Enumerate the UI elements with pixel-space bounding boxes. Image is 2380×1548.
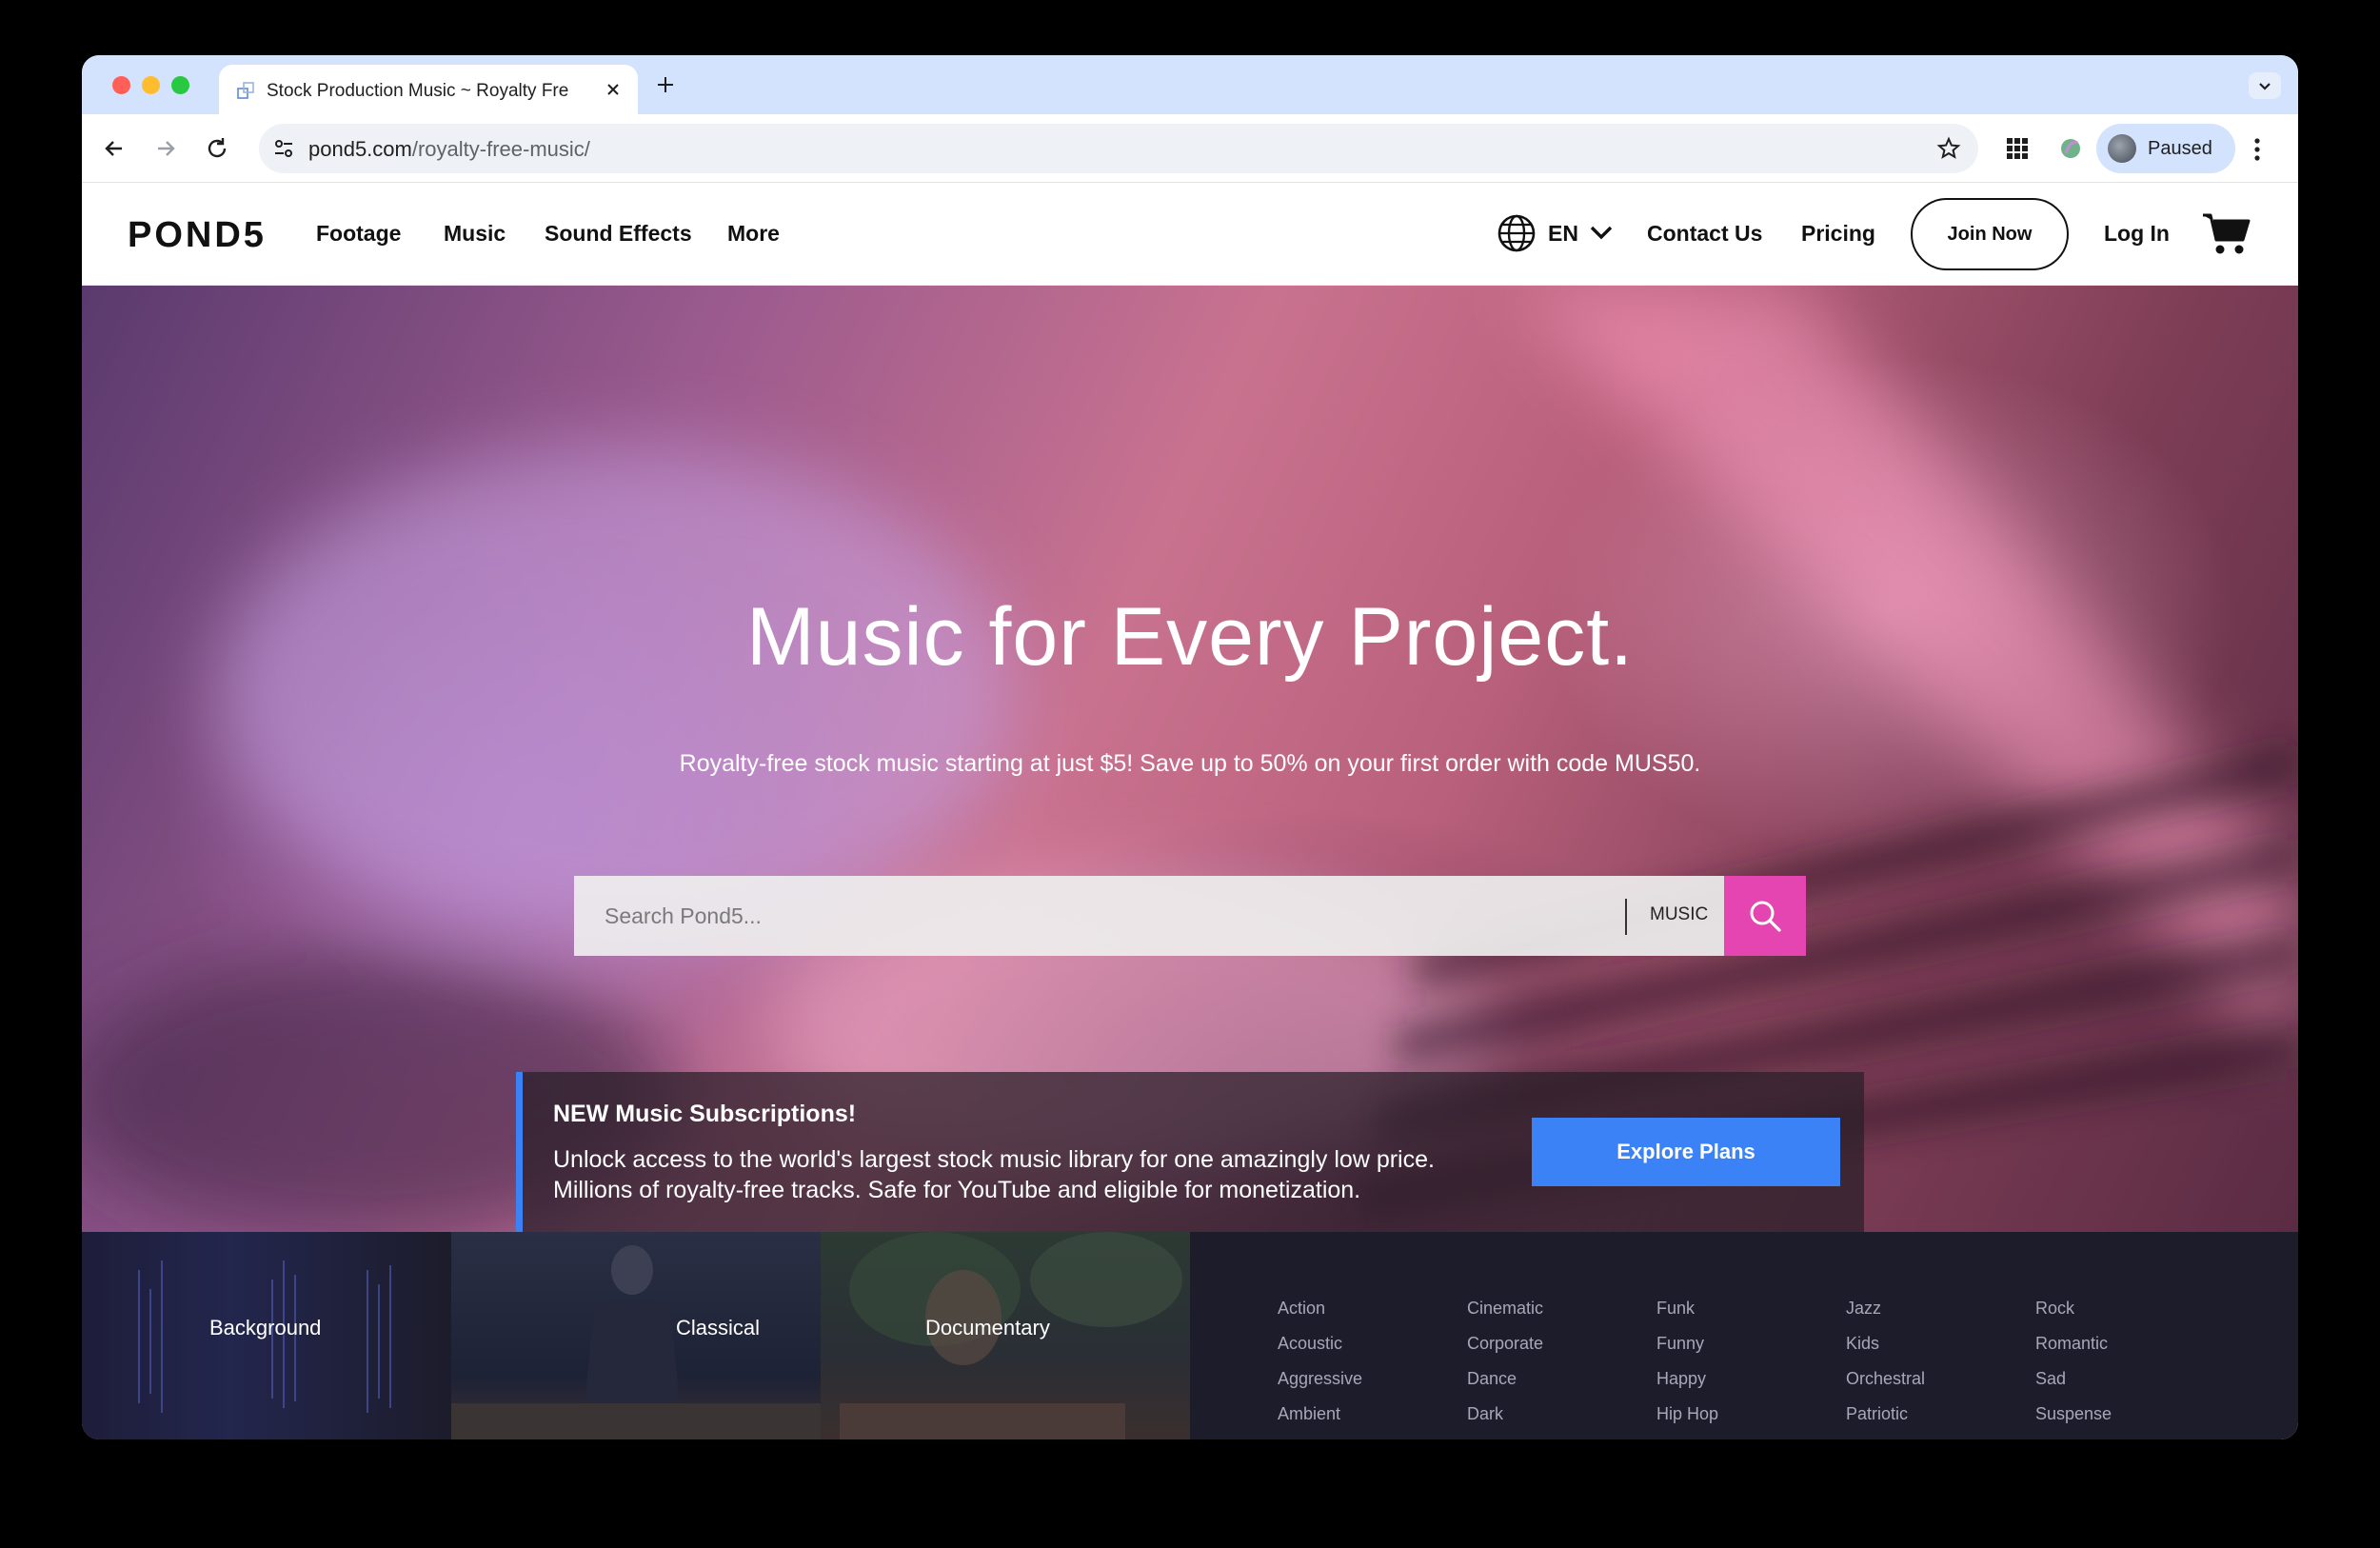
cart-icon[interactable] bbox=[2201, 211, 2251, 255]
genre-tile-documentary[interactable]: Documentary bbox=[821, 1232, 1190, 1439]
genre-link[interactable]: Romantic bbox=[2035, 1334, 2226, 1369]
genre-tile-label: Documentary bbox=[925, 1316, 1050, 1340]
pond5-favicon-icon bbox=[237, 82, 254, 99]
genre-link[interactable]: Funk bbox=[1656, 1299, 1847, 1334]
extension-leaf-icon[interactable] bbox=[2056, 134, 2085, 163]
nav-more[interactable]: More bbox=[727, 221, 780, 247]
forward-arrow-icon[interactable] bbox=[152, 135, 179, 162]
search-icon bbox=[1750, 901, 1781, 932]
genre-link[interactable]: Patriotic bbox=[1846, 1404, 2036, 1439]
genre-section: Background Classical Documentary Action … bbox=[82, 1232, 2298, 1439]
globe-icon[interactable] bbox=[1497, 213, 1537, 253]
search-input[interactable] bbox=[574, 876, 1625, 956]
genre-link[interactable]: Dance bbox=[1467, 1369, 1657, 1404]
maximize-window-button[interactable] bbox=[171, 76, 189, 94]
genre-link[interactable]: Corporate bbox=[1467, 1334, 1657, 1369]
new-tab-icon[interactable] bbox=[653, 72, 678, 97]
pricing-link[interactable]: Pricing bbox=[1801, 221, 1875, 247]
genre-link[interactable]: Funny bbox=[1656, 1334, 1847, 1369]
join-now-button[interactable]: Join Now bbox=[1911, 198, 2069, 270]
address-bar[interactable]: pond5.com/royalty-free-music/ bbox=[259, 124, 1978, 173]
genre-column: Rock Romantic Sad Suspense bbox=[2035, 1299, 2226, 1439]
genre-tile-image bbox=[451, 1245, 821, 1439]
genre-link[interactable]: Happy bbox=[1656, 1369, 1847, 1404]
genre-link[interactable]: Kids bbox=[1846, 1334, 2036, 1369]
nav-music[interactable]: Music bbox=[444, 221, 506, 247]
apps-grid-icon[interactable] bbox=[2003, 134, 2032, 163]
nav-footage[interactable]: Footage bbox=[316, 221, 401, 247]
genre-link[interactable]: Orchestral bbox=[1846, 1369, 2036, 1404]
genre-link[interactable]: Hip Hop bbox=[1656, 1404, 1847, 1439]
genre-column: Cinematic Corporate Dance Dark bbox=[1467, 1299, 1657, 1439]
genre-link[interactable]: Ambient bbox=[1278, 1404, 1468, 1439]
search-button[interactable] bbox=[1724, 876, 1806, 956]
chevron-down-icon[interactable] bbox=[1588, 221, 1615, 244]
language-selector[interactable]: EN bbox=[1548, 221, 1578, 247]
profile-status: Paused bbox=[2148, 138, 2212, 159]
promo-line-2: Millions of royalty-free tracks. Safe fo… bbox=[553, 1177, 1361, 1203]
genre-column: Jazz Kids Orchestral Patriotic bbox=[1846, 1299, 2036, 1439]
explore-plans-button[interactable]: Explore Plans bbox=[1532, 1118, 1840, 1186]
genre-link[interactable]: Aggressive bbox=[1278, 1369, 1468, 1404]
site-settings-icon[interactable] bbox=[272, 137, 295, 160]
hero-section: Music for Every Project. Royalty-free st… bbox=[82, 286, 2298, 1232]
subscription-promo: NEW Music Subscriptions! Unlock access t… bbox=[516, 1072, 1864, 1232]
avatar bbox=[2108, 134, 2136, 163]
genre-tile-label: Background bbox=[209, 1316, 322, 1340]
genre-link[interactable]: Cinematic bbox=[1467, 1299, 1657, 1334]
promo-title: NEW Music Subscriptions! bbox=[553, 1101, 857, 1127]
back-arrow-icon[interactable] bbox=[101, 135, 128, 162]
genre-link[interactable]: Rock bbox=[2035, 1299, 2226, 1334]
browser-menu-icon[interactable] bbox=[2252, 135, 2262, 164]
bookmark-star-icon[interactable] bbox=[1936, 136, 1961, 161]
genre-link[interactable]: Action bbox=[1278, 1299, 1468, 1334]
contact-us-link[interactable]: Contact Us bbox=[1647, 221, 1762, 247]
genre-link[interactable]: Sad bbox=[2035, 1369, 2226, 1404]
site-header: POND5 Footage Music Sound Effects More E… bbox=[82, 183, 2298, 286]
genre-link[interactable]: Acoustic bbox=[1278, 1334, 1468, 1369]
pond5-logo[interactable]: POND5 bbox=[128, 215, 267, 256]
genre-link[interactable]: Dark bbox=[1467, 1404, 1657, 1439]
genre-column: Funk Funny Happy Hip Hop bbox=[1656, 1299, 1847, 1439]
tab-search-button[interactable] bbox=[2249, 72, 2281, 99]
genre-tile-background[interactable]: Background bbox=[82, 1232, 451, 1439]
genre-link[interactable]: Jazz bbox=[1846, 1299, 2036, 1334]
promo-text: Unlock access to the world's largest sto… bbox=[553, 1144, 1435, 1205]
close-window-button[interactable] bbox=[112, 76, 130, 94]
login-link[interactable]: Log In bbox=[2104, 221, 2170, 247]
search-divider bbox=[1625, 899, 1627, 935]
genre-tile-classical[interactable]: Classical bbox=[451, 1232, 821, 1439]
genre-column: Action Acoustic Aggressive Ambient bbox=[1278, 1299, 1468, 1439]
url-path: /royalty-free-music/ bbox=[411, 137, 590, 161]
search-scope-selector[interactable]: MUSIC bbox=[1650, 904, 1708, 925]
nav-sound-effects[interactable]: Sound Effects bbox=[545, 221, 692, 247]
browser-toolbar: pond5.com/royalty-free-music/ Paused bbox=[82, 114, 2298, 183]
chevron-down-icon bbox=[2259, 83, 2271, 90]
active-tab[interactable]: Stock Production Music ~ Royalty Free Mu… bbox=[219, 65, 638, 114]
minimize-window-button[interactable] bbox=[142, 76, 160, 94]
url-text: pond5.com/royalty-free-music/ bbox=[308, 137, 590, 162]
tab-title: Stock Production Music ~ Royalty Free Mu… bbox=[267, 81, 569, 101]
search-bar: MUSIC bbox=[574, 876, 1806, 956]
promo-line-1: Unlock access to the world's largest sto… bbox=[553, 1146, 1435, 1173]
profile-button[interactable]: Paused bbox=[2096, 124, 2235, 173]
genre-link[interactable]: Suspense bbox=[2035, 1404, 2226, 1439]
browser-window: Stock Production Music ~ Royalty Free Mu… bbox=[82, 55, 2298, 1439]
reload-icon[interactable] bbox=[204, 135, 230, 162]
url-domain: pond5.com bbox=[308, 137, 412, 161]
hero-subtitle: Royalty-free stock music starting at jus… bbox=[679, 750, 1701, 777]
genre-tile-label: Classical bbox=[676, 1316, 761, 1340]
close-tab-icon[interactable] bbox=[604, 80, 623, 99]
hero-title: Music for Every Project. bbox=[746, 591, 1634, 683]
tab-strip: Stock Production Music ~ Royalty Free Mu… bbox=[82, 55, 2298, 114]
